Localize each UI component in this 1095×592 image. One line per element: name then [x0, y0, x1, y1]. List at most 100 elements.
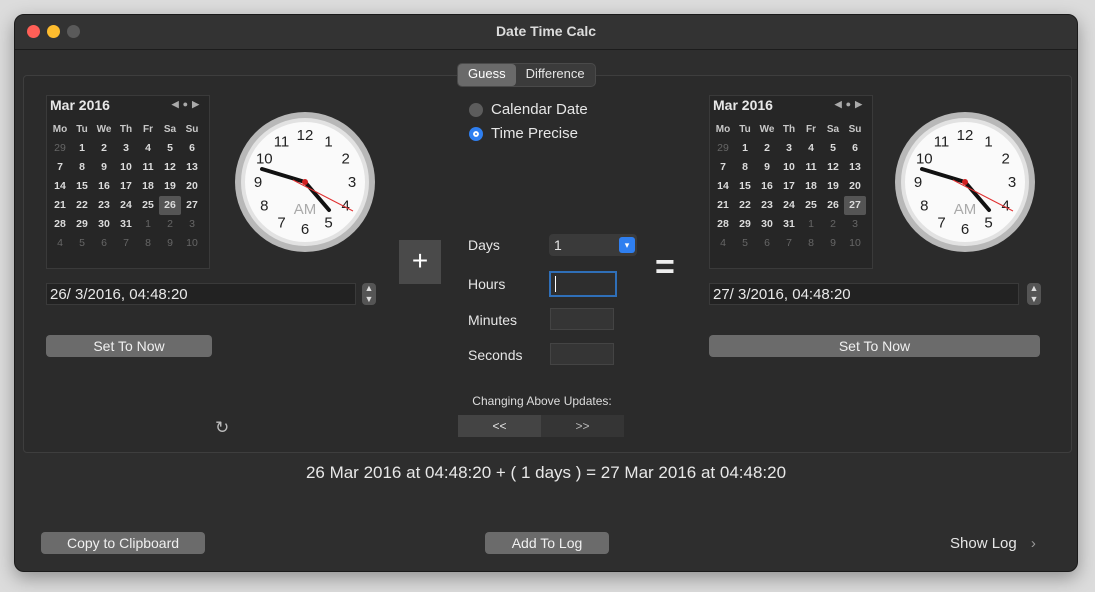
- tab-guess[interactable]: Guess: [458, 64, 516, 86]
- reset-icon[interactable]: ↻: [215, 418, 229, 438]
- calendar-day[interactable]: 25: [137, 196, 159, 215]
- copy-to-clipboard-button[interactable]: Copy to Clipboard: [41, 532, 205, 554]
- calendar-day[interactable]: 19: [822, 177, 844, 196]
- calendar-day[interactable]: 2: [159, 215, 181, 234]
- calendar-day[interactable]: 4: [137, 139, 159, 158]
- start-calendar[interactable]: Mar 2016 ◀●▶ Mo Tu We Th Fr Sa Su 29 1 2 3 4 5 6 7 8 9 10…: [46, 95, 210, 269]
- calendar-day[interactable]: 28: [712, 215, 734, 234]
- start-date-field[interactable]: 26/ 3/2016, 04:48:20: [46, 283, 356, 305]
- calendar-day[interactable]: 3: [115, 139, 137, 158]
- calendar-day[interactable]: 21: [49, 196, 71, 215]
- update-right-button[interactable]: >>: [541, 415, 624, 437]
- calendar-day[interactable]: 1: [734, 139, 756, 158]
- calendar-day[interactable]: 21: [712, 196, 734, 215]
- calendar-day[interactable]: 30: [756, 215, 778, 234]
- calendar-day[interactable]: 13: [181, 158, 203, 177]
- calendar-day[interactable]: 8: [137, 234, 159, 253]
- calendar-day[interactable]: 29: [49, 139, 71, 158]
- calendar-day[interactable]: 5: [71, 234, 93, 253]
- calendar-day[interactable]: 28: [49, 215, 71, 234]
- calendar-day[interactable]: 24: [778, 196, 800, 215]
- calendar-day[interactable]: 1: [800, 215, 822, 234]
- calendar-day[interactable]: 20: [844, 177, 866, 196]
- calendar-day[interactable]: 17: [115, 177, 137, 196]
- calendar-day[interactable]: 26: [159, 196, 181, 215]
- calendar-day[interactable]: 9: [159, 234, 181, 253]
- add-to-log-button[interactable]: Add To Log: [485, 532, 609, 554]
- calendar-day[interactable]: 22: [734, 196, 756, 215]
- end-date-stepper[interactable]: ▲ ▼: [1027, 283, 1041, 305]
- calendar-day[interactable]: 5: [822, 139, 844, 158]
- time-precise-radio[interactable]: Time Precise: [469, 125, 578, 142]
- calendar-day[interactable]: 29: [71, 215, 93, 234]
- calendar-day[interactable]: 14: [49, 177, 71, 196]
- calendar-day[interactable]: 1: [71, 139, 93, 158]
- calendar-day[interactable]: 4: [712, 234, 734, 253]
- calendar-day[interactable]: 23: [756, 196, 778, 215]
- calendar-day[interactable]: 17: [778, 177, 800, 196]
- calendar-day[interactable]: 2: [756, 139, 778, 158]
- calendar-day[interactable]: 6: [844, 139, 866, 158]
- left-set-to-now-button[interactable]: Set To Now: [46, 335, 212, 357]
- calendar-day[interactable]: 23: [93, 196, 115, 215]
- hours-input[interactable]: [549, 271, 617, 297]
- end-calendar[interactable]: Mar 2016 ◀●▶ Mo Tu We Th Fr Sa Su 29 1 2 3 4 5 6 7 8 9 10…: [709, 95, 873, 269]
- calendar-day[interactable]: 30: [93, 215, 115, 234]
- calendar-day[interactable]: 10: [844, 234, 866, 253]
- calendar-day[interactable]: 10: [115, 158, 137, 177]
- calendar-day[interactable]: 3: [181, 215, 203, 234]
- calendar-day[interactable]: 16: [93, 177, 115, 196]
- calendar-day[interactable]: 27: [844, 196, 866, 215]
- calendar-day[interactable]: 5: [159, 139, 181, 158]
- calendar-day[interactable]: 10: [778, 158, 800, 177]
- calendar-day[interactable]: 22: [71, 196, 93, 215]
- calendar-day[interactable]: 13: [844, 158, 866, 177]
- plus-operator[interactable]: +: [399, 240, 441, 284]
- calendar-day[interactable]: 6: [756, 234, 778, 253]
- calendar-day[interactable]: 20: [181, 177, 203, 196]
- calendar-day[interactable]: 8: [734, 158, 756, 177]
- month-nav-icons[interactable]: ◀●▶: [172, 99, 203, 110]
- calendar-day[interactable]: 31: [778, 215, 800, 234]
- calendar-day[interactable]: 11: [800, 158, 822, 177]
- calendar-day[interactable]: 1: [137, 215, 159, 234]
- calendar-day[interactable]: 6: [93, 234, 115, 253]
- calendar-day[interactable]: 8: [71, 158, 93, 177]
- calendar-day[interactable]: 9: [93, 158, 115, 177]
- calendar-day[interactable]: 12: [159, 158, 181, 177]
- calendar-day[interactable]: 18: [800, 177, 822, 196]
- calendar-day[interactable]: 12: [822, 158, 844, 177]
- minutes-input[interactable]: [550, 308, 614, 330]
- end-calendar-grid[interactable]: Mo Tu We Th Fr Sa Su 29 1 2 3 4 5 6 7 8 9 10 11 12 13 14 15 16 1…: [712, 120, 866, 253]
- days-select[interactable]: 1 ▾: [549, 234, 637, 256]
- calendar-day[interactable]: 31: [115, 215, 137, 234]
- tab-difference[interactable]: Difference: [516, 64, 595, 86]
- calendar-day[interactable]: 9: [756, 158, 778, 177]
- calendar-day[interactable]: 3: [844, 215, 866, 234]
- start-calendar-grid[interactable]: Mo Tu We Th Fr Sa Su 29 1 2 3 4 5 6 7 8 9 10 11 12 13 14 15 16 1…: [49, 120, 203, 253]
- calendar-day[interactable]: 4: [49, 234, 71, 253]
- calendar-day[interactable]: 4: [800, 139, 822, 158]
- calendar-day[interactable]: 2: [93, 139, 115, 158]
- month-nav-icons[interactable]: ◀●▶: [835, 99, 866, 110]
- calendar-day[interactable]: 16: [756, 177, 778, 196]
- calendar-day[interactable]: 7: [49, 158, 71, 177]
- calendar-day[interactable]: 6: [181, 139, 203, 158]
- right-set-to-now-button[interactable]: Set To Now: [709, 335, 1040, 357]
- calendar-day[interactable]: 5: [734, 234, 756, 253]
- calendar-day[interactable]: 14: [712, 177, 734, 196]
- calendar-day[interactable]: 15: [71, 177, 93, 196]
- calendar-day[interactable]: 9: [822, 234, 844, 253]
- calendar-day[interactable]: 26: [822, 196, 844, 215]
- calendar-day[interactable]: 15: [734, 177, 756, 196]
- calendar-day[interactable]: 8: [800, 234, 822, 253]
- show-log-link[interactable]: Show Log ›: [950, 535, 1036, 552]
- end-date-field[interactable]: 27/ 3/2016, 04:48:20: [709, 283, 1019, 305]
- calendar-day[interactable]: 11: [137, 158, 159, 177]
- calendar-day[interactable]: 29: [712, 139, 734, 158]
- calendar-day[interactable]: 2: [822, 215, 844, 234]
- calendar-day[interactable]: 7: [712, 158, 734, 177]
- calendar-day[interactable]: 25: [800, 196, 822, 215]
- calendar-day[interactable]: 18: [137, 177, 159, 196]
- calendar-day[interactable]: 27: [181, 196, 203, 215]
